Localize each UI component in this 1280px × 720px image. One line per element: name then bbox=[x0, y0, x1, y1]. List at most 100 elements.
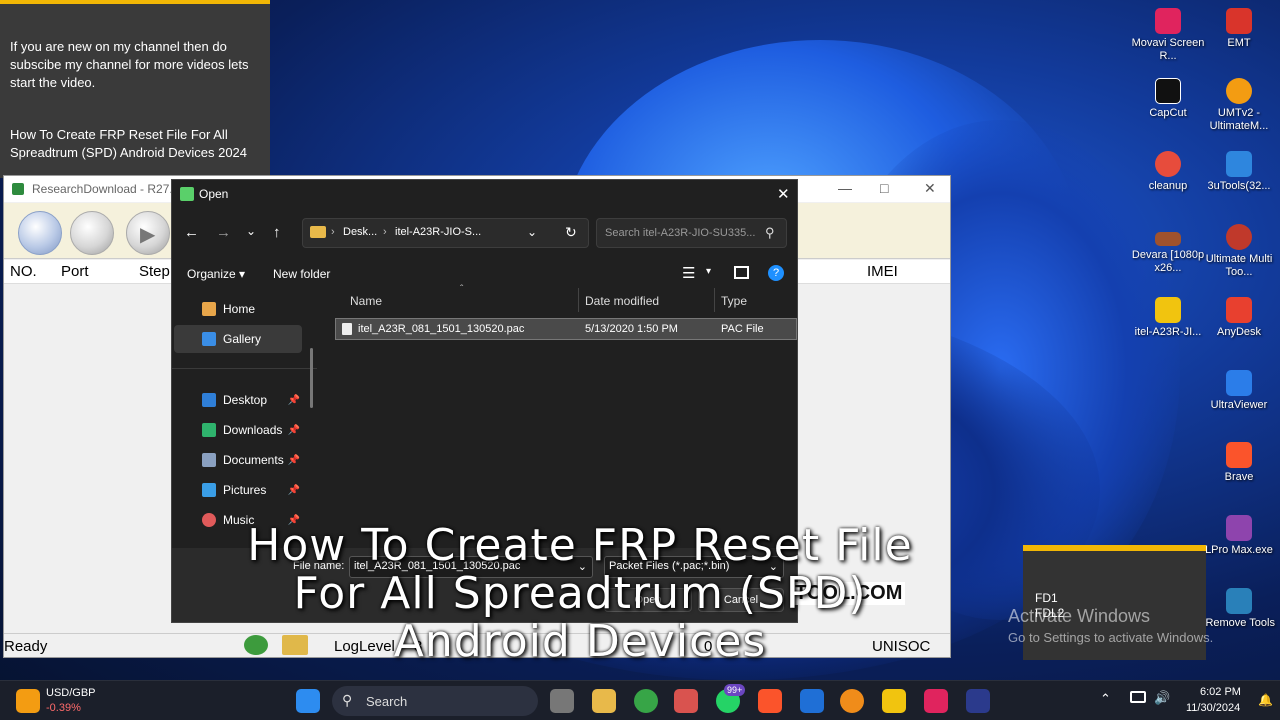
clock-time[interactable]: 6:02 PM bbox=[1200, 686, 1241, 698]
address-bar[interactable]: › Desk... › itel-A23R-JIO-S... ⌄ ↻ bbox=[302, 218, 589, 248]
caption-line-3: Android Devices bbox=[393, 616, 767, 667]
notes-intro: If you are new on my channel then do sub… bbox=[10, 39, 249, 90]
pin-icon: 📌 bbox=[287, 484, 300, 496]
desktop-icon-label: Brave bbox=[1224, 471, 1254, 483]
col-imei: IMEI bbox=[867, 263, 898, 280]
sp-flash-icon[interactable] bbox=[966, 689, 990, 713]
desktop-icon-ultimate-multi-tool[interactable]: Ultimate Multi Too... bbox=[1201, 224, 1277, 279]
desktop-icon-anydesk[interactable]: AnyDesk bbox=[1201, 297, 1277, 339]
col-no: NO. bbox=[10, 263, 37, 280]
defender-icon[interactable] bbox=[800, 689, 824, 713]
back-arrow-icon[interactable]: ← bbox=[184, 224, 199, 241]
file-type: PAC File bbox=[721, 323, 764, 335]
home-icon bbox=[202, 302, 216, 316]
desktop-icon-itel-folder[interactable]: itel-A23R-JI... bbox=[1130, 297, 1206, 339]
volume-icon[interactable]: 🔊 bbox=[1154, 690, 1170, 706]
nav-item-gallery[interactable]: Gallery bbox=[174, 325, 302, 353]
dialog-close-icon[interactable]: ✕ bbox=[777, 185, 790, 203]
start-download-play-icon[interactable]: ▶ bbox=[126, 211, 170, 255]
folder-icon bbox=[1155, 297, 1181, 323]
load-packet-gear-icon[interactable] bbox=[18, 211, 62, 255]
up-arrow-icon[interactable]: ↑ bbox=[273, 224, 281, 241]
file-date: 5/13/2020 1:50 PM bbox=[585, 323, 678, 335]
show-hidden-icons-chevron-up-icon[interactable]: ⌃ bbox=[1100, 691, 1111, 707]
col-name[interactable]: Name bbox=[350, 294, 382, 308]
desktop-icon-label: CapCut bbox=[1149, 107, 1187, 119]
new-folder-button[interactable]: New folder bbox=[273, 267, 330, 281]
task-view-icon[interactable] bbox=[550, 689, 574, 713]
view-chevron-down-icon[interactable]: ▾ bbox=[706, 266, 711, 277]
organize-menu[interactable]: Organize ▾ bbox=[187, 267, 245, 281]
nav-scrollbar[interactable] bbox=[310, 348, 313, 408]
nav-item-label: Pictures bbox=[223, 483, 267, 497]
nav-item-downloads[interactable]: Downloads 📌 bbox=[174, 416, 302, 444]
taskbar-search[interactable]: ⚲ Search bbox=[332, 686, 538, 716]
research-download-taskbar-icon[interactable] bbox=[674, 689, 698, 713]
video-caption: How To Create FRP Reset File For All Spr… bbox=[200, 522, 960, 666]
fdl-line-1: FD1 bbox=[1035, 591, 1058, 605]
nav-item-pictures[interactable]: Pictures 📌 bbox=[174, 476, 302, 504]
address-chevron-down-icon[interactable]: ⌄ bbox=[527, 225, 537, 239]
taskbar: USD/GBP -0.39% ⚲ Search 99+ ⌃ 🔊 6:02 PM … bbox=[0, 680, 1280, 720]
network-icon[interactable] bbox=[1130, 691, 1146, 703]
nav-item-documents[interactable]: Documents 📌 bbox=[174, 446, 302, 474]
nav-divider bbox=[172, 368, 317, 369]
stocks-icon[interactable] bbox=[16, 689, 40, 713]
brave-icon bbox=[1226, 442, 1252, 468]
desktop-icon-umtv2[interactable]: UMTv2 - UltimateM... bbox=[1201, 78, 1277, 133]
notification-bell-icon[interactable]: 🔔 bbox=[1258, 693, 1273, 707]
close-button[interactable]: ✕ bbox=[924, 180, 936, 197]
view-list-icon[interactable]: ☰ bbox=[682, 264, 695, 282]
recent-chevron-down-icon[interactable]: ⌄ bbox=[246, 224, 256, 238]
desktop-icon-3utools[interactable]: 3uTools(32... bbox=[1201, 151, 1277, 193]
desktop-icon-movavi[interactable]: Movavi Screen R... bbox=[1130, 8, 1206, 63]
file-row[interactable]: itel_A23R_081_1501_130520.pac 5/13/2020 … bbox=[335, 318, 797, 340]
sticky-notes-icon[interactable] bbox=[882, 689, 906, 713]
desktop-icon-label: 3uTools(32... bbox=[1207, 180, 1271, 192]
preview-pane-icon[interactable] bbox=[734, 266, 749, 279]
col-date-modified[interactable]: Date modified bbox=[585, 294, 659, 308]
brave-icon[interactable] bbox=[758, 689, 782, 713]
desktop-icon-label: iRemove Tools bbox=[1203, 617, 1275, 629]
breadcrumb-separator: › bbox=[331, 226, 335, 238]
desktop-icon-lpro-max[interactable]: LPro Max.exe bbox=[1201, 515, 1277, 557]
anydesk-icon bbox=[1226, 297, 1252, 323]
stock-value: -0.39% bbox=[46, 702, 81, 714]
maximize-button[interactable]: □ bbox=[880, 180, 888, 196]
breadcrumb-folder[interactable]: itel-A23R-JIO-S... bbox=[395, 226, 481, 238]
desktop-icon-label: Devara [1080p x26... bbox=[1131, 249, 1205, 274]
stock-label[interactable]: USD/GBP bbox=[46, 687, 96, 699]
documents-icon bbox=[202, 453, 216, 467]
gallery-icon bbox=[202, 332, 216, 346]
nav-item-desktop[interactable]: Desktop 📌 bbox=[174, 386, 302, 414]
desktop-icon-capcut[interactable]: CapCut bbox=[1130, 78, 1206, 120]
desktop-icon-devara[interactable]: Devara [1080p x26... bbox=[1130, 224, 1206, 275]
emt-icon bbox=[1226, 8, 1252, 34]
minimize-button[interactable]: — bbox=[838, 180, 852, 196]
desktop-icon-cleanup[interactable]: cleanup bbox=[1130, 151, 1206, 193]
nav-item-label: Documents bbox=[223, 453, 284, 467]
start-windows-icon[interactable] bbox=[296, 689, 320, 713]
desktop-icon-brave[interactable]: Brave bbox=[1201, 442, 1277, 484]
search-input[interactable]: Search itel-A23R-JIO-SU335... ⚲ bbox=[596, 218, 787, 248]
refresh-icon[interactable]: ↻ bbox=[565, 224, 577, 241]
screen-recorder-icon[interactable] bbox=[924, 689, 948, 713]
clock-date[interactable]: 11/30/2024 bbox=[1186, 702, 1240, 714]
desktop-icon-label: LPro Max.exe bbox=[1205, 544, 1273, 556]
col-type[interactable]: Type bbox=[721, 294, 747, 308]
desktop-icon-ultraviewer[interactable]: UltraViewer bbox=[1201, 370, 1277, 412]
help-icon[interactable]: ? bbox=[768, 265, 784, 281]
file-name: itel_A23R_081_1501_130520.pac bbox=[358, 323, 525, 335]
orange-app-icon[interactable] bbox=[840, 689, 864, 713]
notes-video-title: How To Create FRP Reset File For All Spr… bbox=[10, 127, 248, 160]
settings-gear-icon[interactable] bbox=[70, 211, 114, 255]
desktop-icon-emt[interactable]: EMT bbox=[1201, 8, 1277, 50]
file-explorer-icon[interactable] bbox=[592, 689, 616, 713]
chrome-icon[interactable] bbox=[634, 689, 658, 713]
forward-arrow-icon[interactable]: → bbox=[216, 224, 231, 241]
desktop-icon-label: EMT bbox=[1227, 37, 1251, 49]
desktop-icon-label: AnyDesk bbox=[1216, 326, 1262, 338]
status-ready: Ready bbox=[4, 638, 48, 655]
breadcrumb-desktop[interactable]: Desk... bbox=[343, 226, 377, 238]
nav-item-home[interactable]: Home bbox=[174, 295, 302, 323]
